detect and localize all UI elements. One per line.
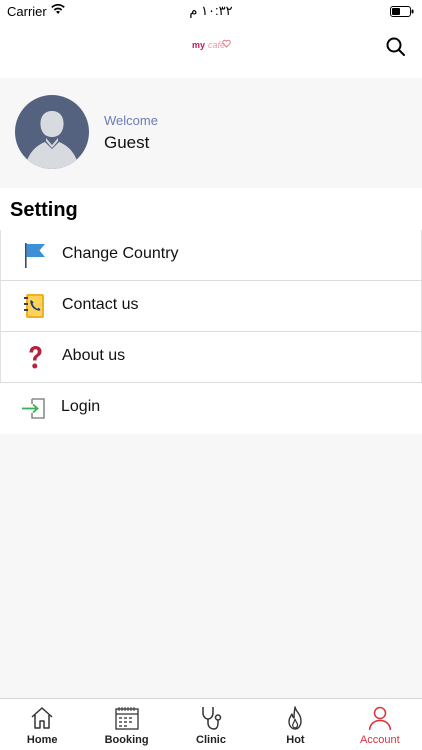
tab-label: Booking (104, 734, 149, 746)
settings-title: Setting (10, 199, 78, 221)
battery-icon (390, 5, 414, 20)
settings-section: Setting Change Country Contact us About … (0, 188, 422, 434)
phone-book-icon (21, 292, 49, 320)
stethoscope-icon (202, 707, 222, 730)
menu-item-change-country[interactable]: Change Country (0, 230, 422, 281)
user-icon (368, 706, 392, 731)
menu-item-label: Change Country (62, 245, 179, 262)
login-icon (20, 394, 48, 422)
menu-item-login[interactable]: Login (0, 383, 422, 434)
menu-item-label: Contact us (62, 296, 139, 313)
tab-label: Home (26, 734, 58, 746)
search-icon (386, 37, 405, 56)
nav-bar: my cafe (0, 22, 422, 78)
menu-item-about-us[interactable]: About us (0, 332, 422, 383)
welcome-label: Welcome (104, 113, 158, 128)
avatar (15, 95, 89, 169)
app-logo: my cafe (191, 36, 231, 54)
menu-item-contact-us[interactable]: Contact us (0, 281, 422, 332)
calendar-icon (114, 707, 139, 730)
tab-hot[interactable]: Hot (253, 699, 337, 750)
tab-account[interactable]: Account (338, 699, 422, 750)
tab-home[interactable]: Home (0, 699, 84, 750)
user-placeholder-icon (25, 111, 79, 169)
clock: ١٠:٣٢ م (189, 3, 233, 18)
tab-label: Account (359, 734, 400, 746)
profile-section: Welcome Guest (0, 80, 422, 188)
menu-item-label: About us (62, 347, 126, 364)
search-button[interactable] (384, 35, 408, 59)
tab-bar: Home Booking Clinic Hot Account (0, 698, 422, 750)
home-icon (31, 707, 53, 729)
tab-label: Clinic (196, 734, 226, 746)
tab-label: Hot (286, 734, 305, 746)
status-bar: Carrier ١٠:٣٢ م (0, 0, 422, 22)
tab-booking[interactable]: Booking (84, 699, 168, 750)
user-name: Guest (104, 133, 150, 152)
menu-item-label: Login (61, 398, 101, 415)
flame-icon (288, 706, 303, 730)
question-icon (21, 343, 49, 371)
flag-icon (21, 241, 49, 269)
tab-clinic[interactable]: Clinic (169, 699, 253, 750)
